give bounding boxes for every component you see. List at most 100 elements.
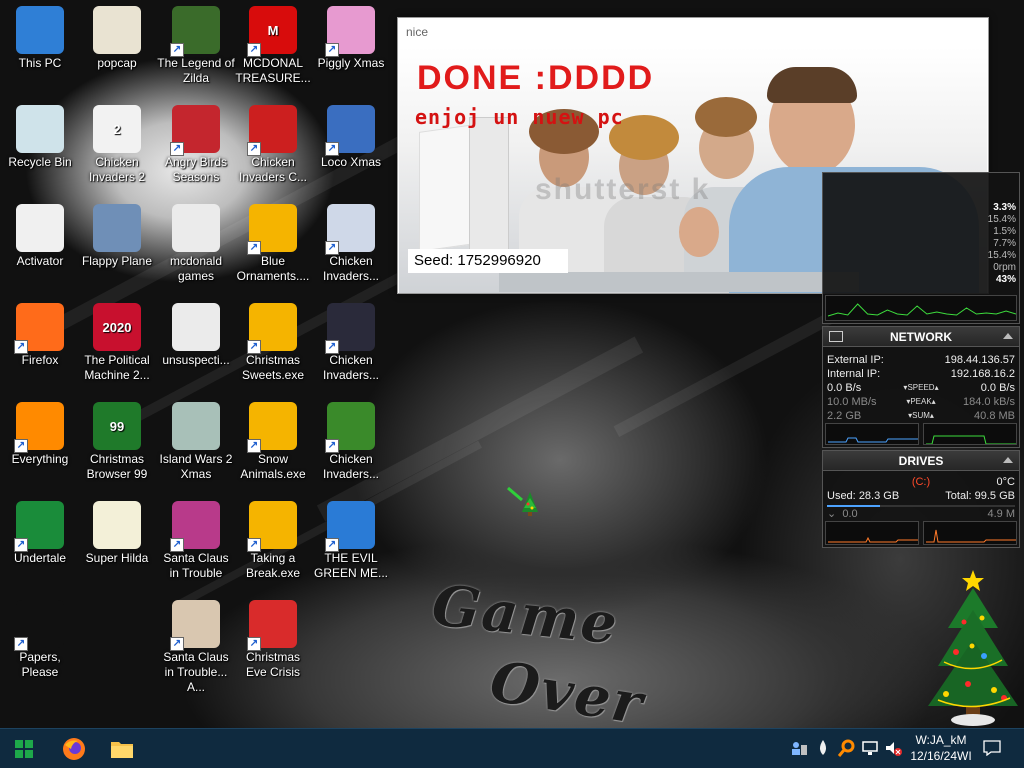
desktop-icon[interactable]: ↗ Santa Claus in Trouble... A... bbox=[156, 596, 236, 694]
desktop-icon-label: Firefox bbox=[21, 353, 59, 367]
speed-label-text: SPEED bbox=[907, 383, 935, 392]
desktop-icon[interactable]: ↗ Chicken Invaders... bbox=[311, 398, 391, 494]
internal-ip-label: Internal IP: bbox=[827, 368, 881, 380]
desktop-icon[interactable]: ↗ Chicken Invaders... bbox=[311, 299, 391, 395]
icon-glyph: 99 bbox=[109, 418, 125, 434]
desktop-icon[interactable]: ↗ Snow Animals.exe bbox=[233, 398, 313, 494]
desktop-icon[interactable]: ↗ Christmas Sweets.exe bbox=[233, 299, 313, 395]
volume-muted-icon-svg bbox=[886, 742, 902, 756]
desktop-icon-label: Everything bbox=[11, 452, 69, 466]
icon-glyph: 2 bbox=[113, 121, 121, 137]
desktop-icon[interactable]: ↗ Piggly Xmas bbox=[311, 2, 391, 98]
drives-header[interactable]: DRIVES bbox=[823, 451, 1019, 471]
desktop-icon-label: MCDONAL TREASURE... bbox=[235, 56, 311, 85]
taskbar-clock[interactable]: W:JA_kM 12/16/24WI bbox=[904, 732, 978, 764]
desktop-icon[interactable]: ↗ Taking a Break.exe bbox=[233, 497, 313, 593]
desktop-icon-label: The Legend of Zilda bbox=[157, 56, 235, 85]
taskbar-file-explorer-button[interactable] bbox=[98, 729, 146, 768]
desktop-icon-label: Blue Ornaments.... bbox=[236, 254, 310, 283]
desktop-icon[interactable]: ↗ Chicken Invaders... bbox=[311, 200, 391, 296]
network-gadget[interactable]: NETWORK External IP: 198.44.136.57 Inter… bbox=[822, 326, 1020, 448]
desktop-icon[interactable]: ↗ THE EVIL GREEN ME... bbox=[311, 497, 391, 593]
cpu-graph bbox=[825, 295, 1017, 321]
desktop-icon[interactable]: 99 Christmas Browser 99 bbox=[77, 398, 157, 494]
shortcut-arrow-icon: ↗ bbox=[247, 241, 261, 255]
desktop-icon-label: THE EVIL GREEN ME... bbox=[313, 551, 388, 580]
desktop-icon[interactable]: Super Hilda bbox=[77, 497, 157, 593]
desktop-icon-label: This PC bbox=[18, 56, 62, 70]
santa-claus-icon: ↗ bbox=[170, 600, 220, 651]
shortcut-arrow-icon: ↗ bbox=[325, 43, 339, 57]
chicken-invaders-icon: ↗ bbox=[325, 204, 375, 255]
flappy-plane-icon bbox=[93, 204, 141, 252]
network-icon[interactable] bbox=[862, 739, 880, 757]
network-download-graph bbox=[923, 423, 1017, 445]
network-icon-svg bbox=[862, 741, 878, 755]
desktop-icon[interactable]: ↗ Angry Birds Seasons bbox=[156, 101, 236, 197]
desktop-icon-label: Taking a Break.exe bbox=[245, 551, 301, 580]
sum-down: 40.8 MB bbox=[974, 410, 1015, 422]
desktop-icon[interactable]: ↗ Undertale bbox=[0, 497, 80, 593]
shortcut-arrow-icon: ↗ bbox=[14, 538, 28, 552]
desktop-icon[interactable]: 2 Chicken Invaders 2 bbox=[77, 101, 157, 197]
gift-icon: ↗ bbox=[247, 402, 297, 453]
start-button[interactable] bbox=[0, 729, 48, 768]
desktop-icon[interactable]: ↗ The Legend of Zilda bbox=[156, 2, 236, 98]
desktop-icon[interactable]: This PC bbox=[0, 2, 80, 98]
chicken-invaders-icon: 2 bbox=[93, 105, 141, 153]
wallpaper-text-over: Over bbox=[485, 648, 649, 728]
desktop-icon[interactable]: ↗ Blue Ornaments.... bbox=[233, 200, 313, 296]
desktop-icon[interactable]: Activator bbox=[0, 200, 80, 296]
folder-icon bbox=[93, 6, 141, 54]
cpu-gadget[interactable]: 3.3% 15.4% 1.5% 7.7% 15.4% 0rpm 43% bbox=[822, 172, 1020, 324]
popup-headline: DONE :DDDD bbox=[417, 59, 655, 97]
collapse-icon[interactable] bbox=[1003, 457, 1013, 463]
speed-down: 0.0 B/s bbox=[980, 382, 1015, 394]
network-people-icon-svg bbox=[792, 742, 807, 755]
droplet-icon[interactable] bbox=[814, 739, 832, 757]
volume-muted-icon[interactable] bbox=[884, 739, 902, 757]
desktop-icon[interactable]: ↗ Chicken Invaders C... bbox=[233, 101, 313, 197]
desktop-icon[interactable]: ↗ Loco Xmas bbox=[311, 101, 391, 197]
speed-row: 0.0 B/s ▾SPEED▴ 0.0 B/s bbox=[823, 381, 1019, 395]
undertale-icon: ↗ bbox=[14, 501, 64, 552]
icon-glyph: 2020 bbox=[102, 319, 132, 335]
desktop-icon[interactable]: Flappy Plane bbox=[77, 200, 157, 296]
desktop-icon[interactable]: ↗ Firefox bbox=[0, 299, 80, 395]
desktop-icon[interactable]: ↗ Santa Claus in Trouble bbox=[156, 497, 236, 593]
desktop-icon[interactable]: Recycle Bin bbox=[0, 101, 80, 197]
desktop-icon-label: Santa Claus in Trouble... A... bbox=[163, 650, 229, 694]
network-people-icon[interactable] bbox=[790, 739, 808, 757]
drive-io-row: ⌄ 0.0 4.9 M bbox=[823, 507, 1019, 521]
notifications-icon[interactable] bbox=[982, 739, 1002, 757]
gift-icon: ↗ bbox=[247, 501, 297, 552]
desktop-icon[interactable]: Island Wars 2 Xmas bbox=[156, 398, 236, 494]
desktop-icon[interactable]: unsuspecti... bbox=[156, 299, 236, 395]
network-header[interactable]: NETWORK bbox=[823, 327, 1019, 347]
drive-used-value: 28.3 GB bbox=[858, 490, 900, 502]
drive-write: 4.9 M bbox=[987, 508, 1015, 520]
desktop-icon[interactable]: M ↗ MCDONAL TREASURE... bbox=[233, 2, 313, 98]
everything-tray-icon[interactable] bbox=[838, 739, 856, 757]
desktop-icon[interactable]: mcdonald games bbox=[156, 200, 236, 296]
cpu-value: 1.5% bbox=[993, 226, 1016, 237]
collapse-icon[interactable] bbox=[1003, 333, 1013, 339]
shortcut-arrow-icon: ↗ bbox=[247, 439, 261, 453]
network-upload-graph-svg bbox=[828, 437, 918, 443]
desktop-icon[interactable]: ↗ Papers, Please bbox=[0, 596, 80, 692]
peak-row: 10.0 MB/s ▾PEAK▴ 184.0 kB/s bbox=[823, 395, 1019, 409]
desktop-icon-label: Undertale bbox=[13, 551, 67, 565]
desktop-icon[interactable]: 2020 The Political Machine 2... bbox=[77, 299, 157, 395]
windows-logo-icon bbox=[15, 740, 33, 758]
desktop-icon[interactable]: ↗ Everything bbox=[0, 398, 80, 494]
shortcut-arrow-icon: ↗ bbox=[170, 538, 184, 552]
shortcut-arrow-icon: ↗ bbox=[247, 340, 261, 354]
desktop-icon[interactable]: ↗ Christmas Eve Crisis bbox=[233, 596, 313, 692]
notifications-icon-svg bbox=[983, 740, 1001, 756]
taskbar-firefox-button[interactable] bbox=[50, 729, 98, 768]
shortcut-arrow-icon: ↗ bbox=[14, 439, 28, 453]
desktop-icon[interactable]: popcap bbox=[77, 2, 157, 98]
drives-gadget[interactable]: DRIVES (C:) 0°C Used: 28.3 GB Total: 99.… bbox=[822, 450, 1020, 548]
firefox-icon: ↗ bbox=[14, 303, 64, 354]
internal-ip-value: 192.168.16.2 bbox=[950, 368, 1015, 380]
